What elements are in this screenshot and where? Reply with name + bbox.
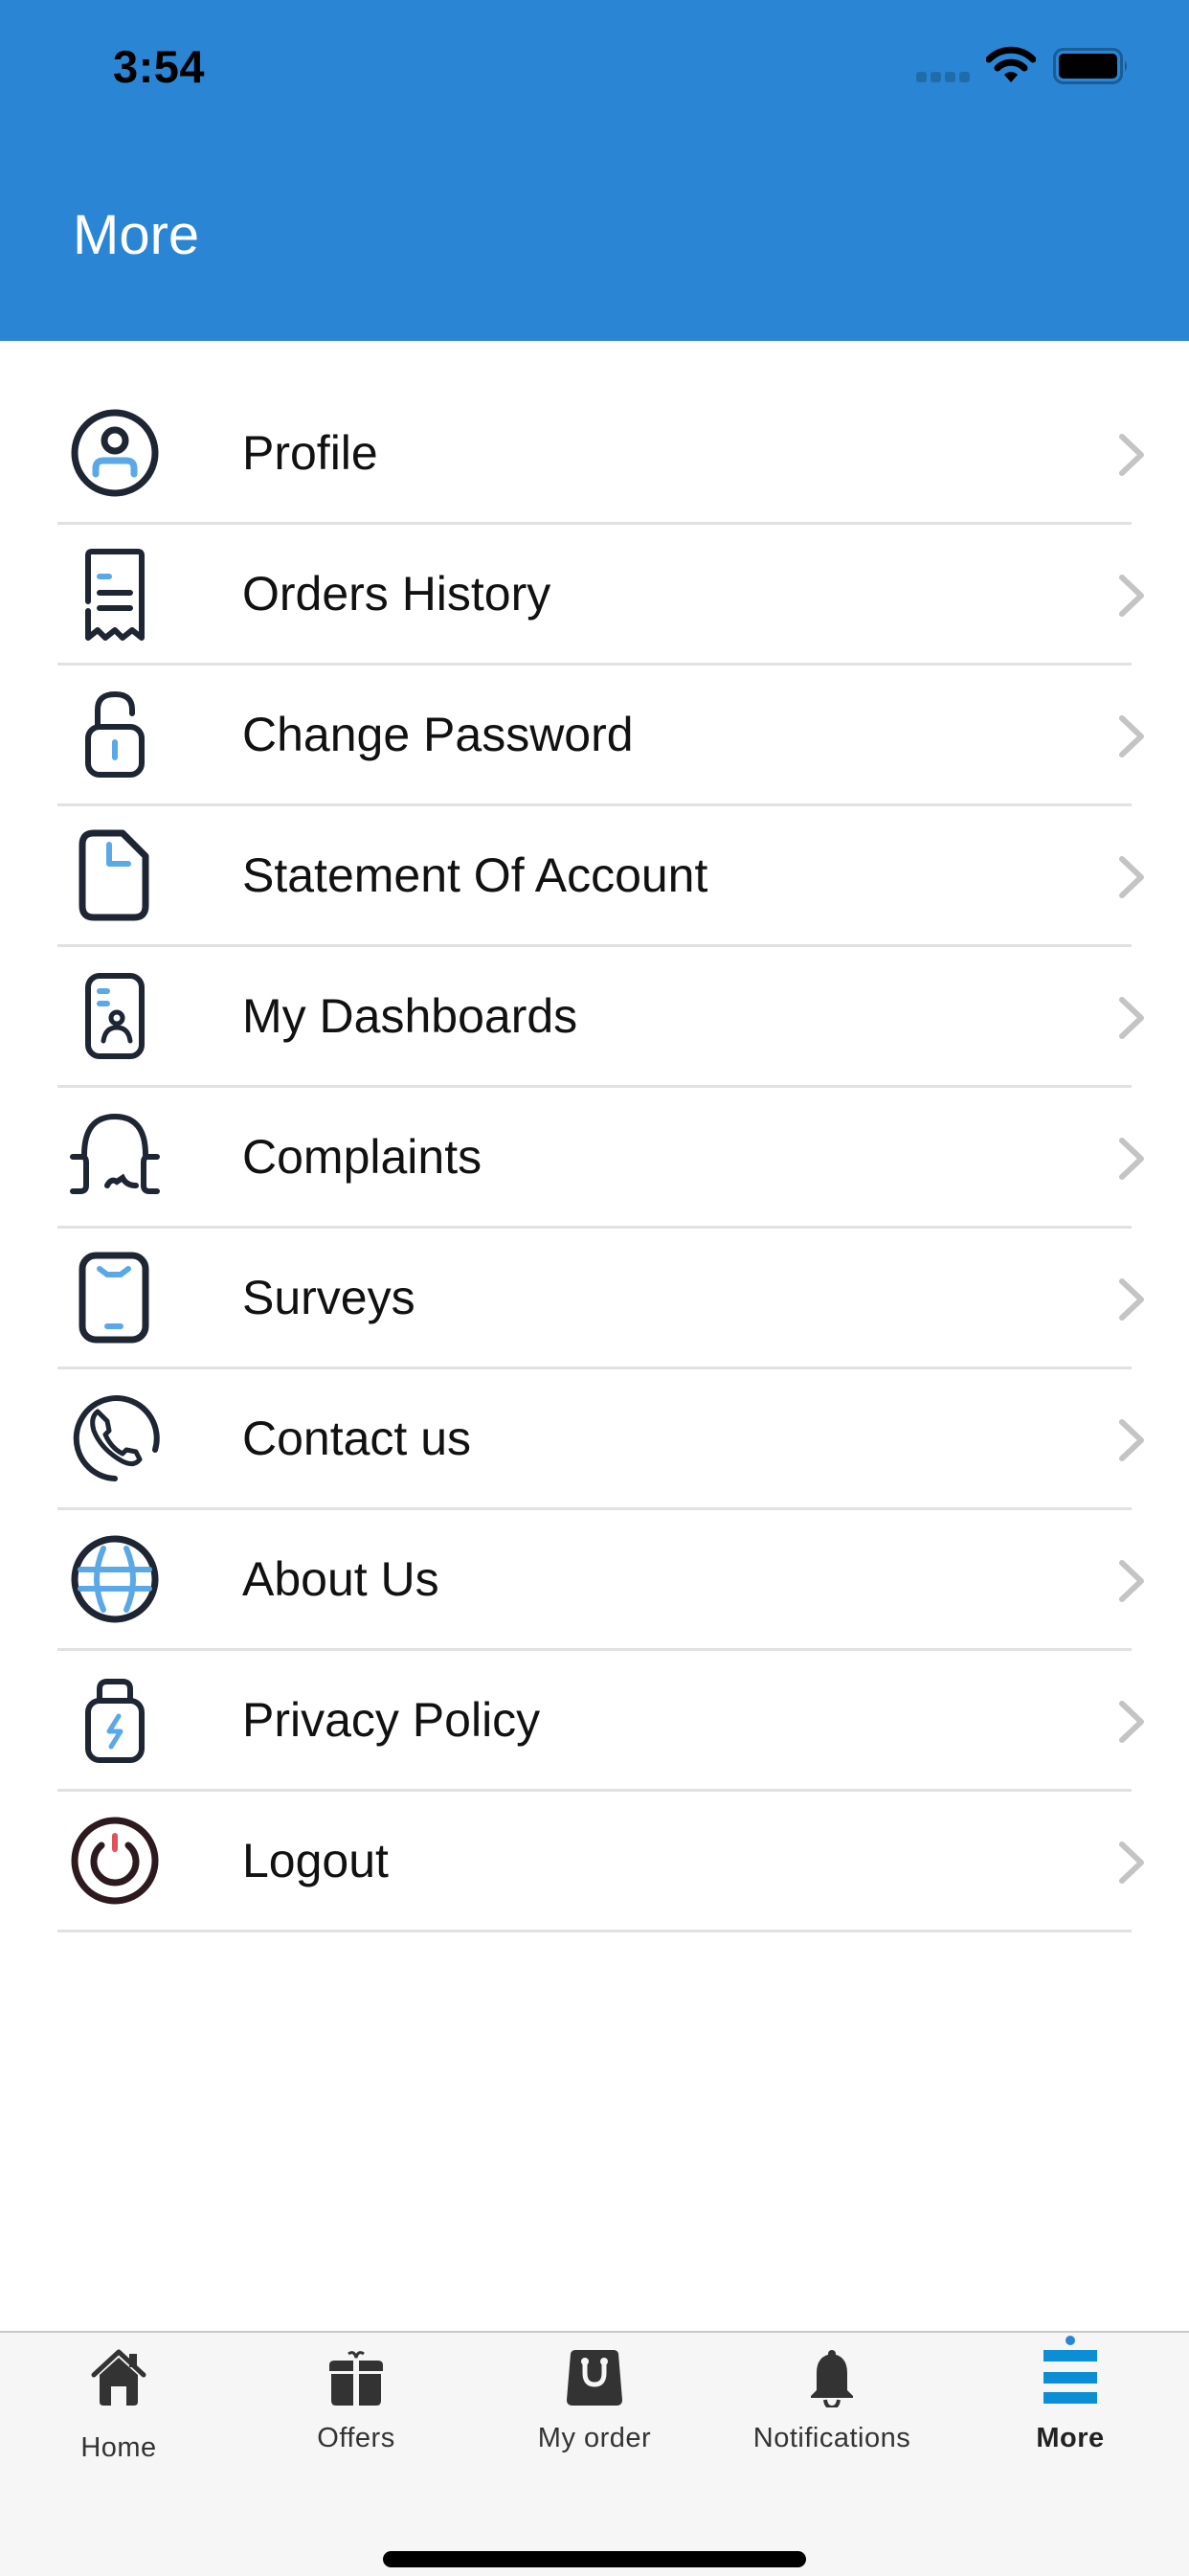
menu-icon-bottom-bar <box>1043 2392 1097 2404</box>
menu-item-complaints[interactable]: Complaints <box>0 1087 1189 1229</box>
menu-item-label: Statement Of Account <box>242 848 708 902</box>
phone-device-icon <box>79 1252 149 1344</box>
header-bar: 3:54 More <box>0 0 1189 341</box>
tab-label: Offers <box>317 2423 395 2453</box>
chevron-right-icon <box>1119 1842 1144 1884</box>
receipt-icon <box>85 549 145 641</box>
status-time: 3:54 <box>113 41 206 92</box>
menu-item-orders-history[interactable]: Orders History <box>0 524 1189 666</box>
tab-label: Notifications <box>752 2423 911 2453</box>
menu-list: Profile Orders History Change Password S… <box>0 383 1189 1932</box>
menu-item-change-password[interactable]: Change Password <box>0 665 1189 806</box>
menu-item-my-dashboards[interactable]: My Dashboards <box>0 946 1189 1088</box>
menu-item-profile[interactable]: Profile <box>0 383 1189 525</box>
chevron-right-icon <box>1119 434 1144 476</box>
tab-offers[interactable]: Offers <box>237 2333 475 2496</box>
menu-item-label: Privacy Policy <box>242 1693 541 1747</box>
menu-item-logout[interactable]: Logout <box>0 1791 1189 1932</box>
bell-icon <box>811 2350 853 2407</box>
headset-icon <box>70 1113 160 1194</box>
chevron-right-icon <box>1119 575 1144 617</box>
menu-item-label: Complaints <box>242 1130 482 1184</box>
home-indicator <box>383 2551 806 2567</box>
unlock-icon <box>85 690 145 778</box>
tab-label: Home <box>80 2432 157 2463</box>
chevron-right-icon <box>1119 1278 1144 1321</box>
menu-icon <box>1043 2336 1097 2394</box>
phone-call-icon <box>73 1395 160 1481</box>
chevron-right-icon <box>1119 1419 1144 1461</box>
menu-item-label: Surveys <box>242 1271 415 1324</box>
lock-bolt-icon <box>85 1679 145 1763</box>
chevron-right-icon <box>1119 1701 1144 1743</box>
menu-item-label: Orders History <box>242 567 551 621</box>
menu-item-privacy-policy[interactable]: Privacy Policy <box>0 1650 1189 1792</box>
document-icon <box>79 829 149 921</box>
tab-more[interactable]: More <box>952 2333 1189 2496</box>
menu-item-label: Profile <box>242 426 378 480</box>
menu-item-statement-of-account[interactable]: Statement Of Account <box>0 805 1189 947</box>
menu-item-label: Logout <box>242 1834 389 1887</box>
menu-item-contact-us[interactable]: Contact us <box>0 1368 1189 1510</box>
tab-my-order[interactable]: My order <box>476 2333 713 2496</box>
menu-item-about-us[interactable]: About Us <box>0 1509 1189 1651</box>
divider <box>57 1930 1132 1932</box>
home-icon <box>91 2349 146 2406</box>
page-title: More <box>73 204 200 266</box>
chevron-right-icon <box>1119 1138 1144 1180</box>
globe-icon <box>71 1535 159 1623</box>
tab-label: My order <box>537 2423 652 2453</box>
chevron-right-icon <box>1119 715 1144 757</box>
menu-item-surveys[interactable]: Surveys <box>0 1228 1189 1369</box>
menu-item-label: My Dashboards <box>242 989 578 1043</box>
gift-icon <box>329 2351 383 2406</box>
tab-bar: Home Offers My order Notifications More <box>0 2331 1189 2576</box>
menu-item-label: Contact us <box>242 1412 472 1465</box>
tab-notifications[interactable]: Notifications <box>713 2333 951 2496</box>
shopping-bag-icon <box>567 2350 622 2406</box>
menu-item-label: About Us <box>242 1552 439 1606</box>
battery-icon <box>1053 48 1127 84</box>
profile-icon <box>71 409 159 497</box>
chevron-right-icon <box>1119 1560 1144 1602</box>
menu-item-label: Change Password <box>242 708 634 761</box>
tab-label: More <box>1036 2423 1105 2453</box>
power-icon <box>71 1817 159 1905</box>
id-card-icon <box>85 973 145 1059</box>
cellular-signal-icon <box>916 72 970 82</box>
chevron-right-icon <box>1119 997 1144 1039</box>
tab-home[interactable]: Home <box>0 2333 237 2496</box>
wifi-icon <box>986 46 1036 82</box>
chevron-right-icon <box>1119 856 1144 898</box>
